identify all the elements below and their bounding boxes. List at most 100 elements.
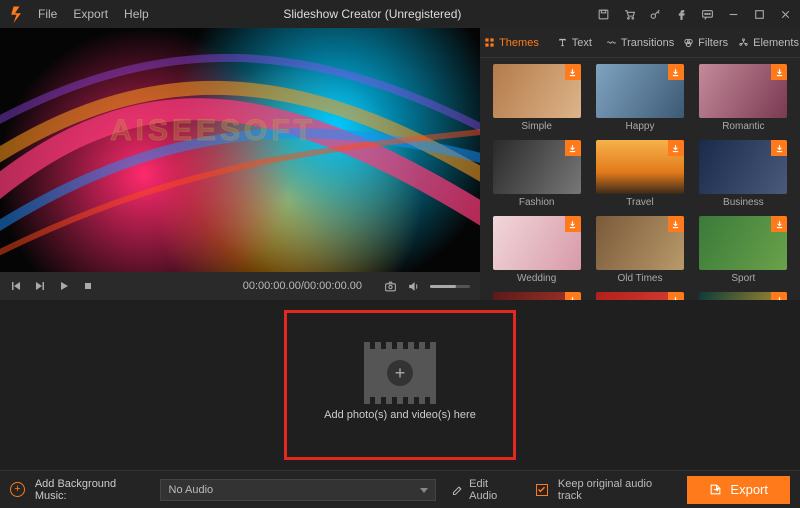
theme-item[interactable]: Simple <box>488 64 585 136</box>
theme-item[interactable]: Sport <box>695 216 792 288</box>
preview-watermark: AISEESOFT <box>110 114 316 148</box>
theme-item[interactable]: Romantic <box>695 64 792 136</box>
theme-item[interactable]: Travel <box>591 140 688 212</box>
add-bgm-button[interactable]: + <box>10 482 25 497</box>
theme-item[interactable]: Christmas2 <box>591 292 688 300</box>
theme-thumbnail <box>699 292 787 300</box>
theme-label: Romantic <box>722 121 764 132</box>
download-icon[interactable] <box>565 216 581 232</box>
theme-label: Simple <box>521 121 552 132</box>
window-title: Slideshow Creator (Unregistered) <box>149 7 596 21</box>
keep-original-label: Keep original audio track <box>558 478 678 502</box>
menu-export[interactable]: Export <box>73 7 108 21</box>
maximize-icon[interactable] <box>752 7 766 21</box>
theme-thumbnail <box>699 216 787 270</box>
theme-thumbnail <box>493 64 581 118</box>
tab-label: Transitions <box>621 37 674 49</box>
audio-select[interactable]: No Audio <box>160 479 437 501</box>
edit-audio-label: Edit Audio <box>469 478 518 502</box>
key-icon[interactable] <box>648 7 662 21</box>
close-icon[interactable] <box>778 7 792 21</box>
theme-thumbnail <box>493 140 581 194</box>
feedback-icon[interactable] <box>700 7 714 21</box>
tab-filters[interactable]: Filters <box>674 28 737 57</box>
next-button[interactable] <box>34 280 46 292</box>
download-icon[interactable] <box>771 64 787 80</box>
theme-thumbnail <box>493 292 581 300</box>
menu-help[interactable]: Help <box>124 7 149 21</box>
save-icon[interactable] <box>596 7 610 21</box>
theme-item[interactable]: Fashion <box>488 140 585 212</box>
titlebar-actions <box>596 7 792 21</box>
download-icon[interactable] <box>771 216 787 232</box>
prev-button[interactable] <box>10 280 22 292</box>
edit-audio-button[interactable]: Edit Audio <box>452 478 518 502</box>
stop-button[interactable] <box>82 280 94 292</box>
add-media-button[interactable]: + <box>364 349 436 397</box>
theme-item[interactable]: Happy <box>591 64 688 136</box>
main-row: AISEESOFT 00:00:00.00/00:00:00.00 Themes <box>0 28 800 300</box>
timeline-area: + Add photo(s) and video(s) here <box>0 300 800 470</box>
volume-slider[interactable] <box>430 285 470 288</box>
keep-original-checkbox[interactable] <box>536 484 548 496</box>
download-icon[interactable] <box>565 64 581 80</box>
download-icon[interactable] <box>668 216 684 232</box>
cart-icon[interactable] <box>622 7 636 21</box>
snapshot-icon[interactable] <box>384 280 397 293</box>
preview-panel: AISEESOFT 00:00:00.00/00:00:00.00 <box>0 28 480 300</box>
theme-thumbnail <box>493 216 581 270</box>
download-icon[interactable] <box>771 140 787 156</box>
panel-tabs: Themes Text Transitions Filters Elements <box>480 28 800 58</box>
player-controls: 00:00:00.00/00:00:00.00 <box>0 272 480 300</box>
drop-zone-highlight: + Add photo(s) and video(s) here <box>284 310 516 460</box>
theme-item[interactable]: Old Times <box>591 216 688 288</box>
themes-grid: Simple Happy Romantic Fashion Travel Business… <box>480 58 800 300</box>
theme-thumbnail <box>596 140 684 194</box>
theme-item[interactable]: Wedding <box>488 216 585 288</box>
volume-icon[interactable] <box>407 280 420 293</box>
bgm-label: Add Background Music: <box>35 478 150 502</box>
tab-text[interactable]: Text <box>543 28 606 57</box>
theme-label: Sport <box>731 273 755 284</box>
download-icon[interactable] <box>565 140 581 156</box>
download-icon[interactable] <box>771 292 787 300</box>
theme-label: Fashion <box>519 197 555 208</box>
tab-label: Text <box>572 37 592 49</box>
export-label: Export <box>730 482 768 497</box>
theme-thumbnail <box>596 64 684 118</box>
theme-thumbnail <box>596 216 684 270</box>
app-logo-icon <box>8 4 28 24</box>
plus-icon: + <box>387 360 413 386</box>
play-button[interactable] <box>58 280 70 292</box>
theme-item[interactable]: Christmas3 <box>695 292 792 300</box>
drop-zone-text: Add photo(s) and video(s) here <box>324 409 476 421</box>
tab-label: Filters <box>698 37 728 49</box>
export-button[interactable]: Export <box>687 476 790 504</box>
theme-label: Old Times <box>617 273 662 284</box>
download-icon[interactable] <box>565 292 581 300</box>
theme-item[interactable]: Christmas <box>488 292 585 300</box>
download-icon[interactable] <box>668 292 684 300</box>
theme-label: Travel <box>626 197 653 208</box>
titlebar: File Export Help Slideshow Creator (Unre… <box>0 0 800 28</box>
theme-item[interactable]: Business <box>695 140 792 212</box>
tab-label: Themes <box>499 37 539 49</box>
tab-themes[interactable]: Themes <box>480 28 543 57</box>
theme-thumbnail <box>699 64 787 118</box>
download-icon[interactable] <box>668 140 684 156</box>
minimize-icon[interactable] <box>726 7 740 21</box>
theme-label: Happy <box>626 121 655 132</box>
preview-canvas[interactable]: AISEESOFT <box>0 28 480 272</box>
tab-transitions[interactable]: Transitions <box>606 28 674 57</box>
theme-label: Wedding <box>517 273 556 284</box>
menu-file[interactable]: File <box>38 7 57 21</box>
tab-elements[interactable]: Elements <box>737 28 800 57</box>
right-panel: Themes Text Transitions Filters Elements… <box>480 28 800 300</box>
facebook-icon[interactable] <box>674 7 688 21</box>
theme-thumbnail <box>596 292 684 300</box>
theme-thumbnail <box>699 140 787 194</box>
theme-label: Business <box>723 197 764 208</box>
bottom-bar: + Add Background Music: No Audio Edit Au… <box>0 470 800 508</box>
main-menu: File Export Help <box>38 7 149 21</box>
download-icon[interactable] <box>668 64 684 80</box>
